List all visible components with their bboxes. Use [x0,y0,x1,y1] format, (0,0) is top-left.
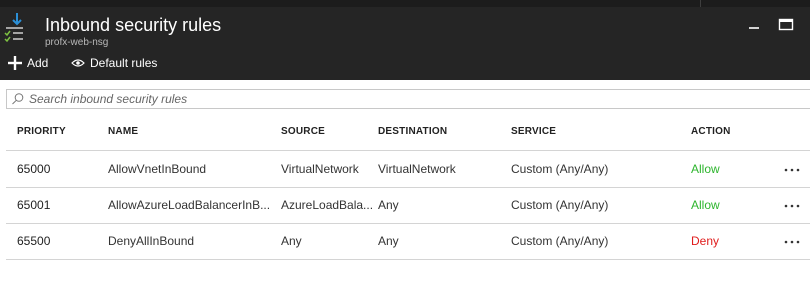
rule-action: Allow [691,162,720,176]
rule-priority: 65000 [17,162,51,176]
table-row[interactable]: 65001 AllowAzureLoadBalancerInB... Azure… [0,187,810,223]
rule-priority: 65001 [17,198,51,212]
more-options-icon[interactable] [784,239,800,245]
column-header-destination[interactable]: DESTINATION [378,126,447,137]
add-button[interactable]: Add [8,55,48,71]
rule-service: Custom (Any/Any) [511,234,609,248]
rule-destination: Any [378,198,399,212]
rule-name: AllowAzureLoadBalancerInB... [108,198,271,212]
rule-source: AzureLoadBala... [281,198,374,212]
rule-action: Deny [691,234,720,248]
default-rules-button[interactable]: Default rules [71,55,157,71]
search-box[interactable] [6,89,810,109]
rule-service: Custom (Any/Any) [511,162,609,176]
rule-destination: VirtualNetwork [378,162,456,176]
blade-title: Inbound security rules [45,15,222,35]
table-row[interactable]: 65500 DenyAllInBound Any Any Custom (Any… [0,223,810,259]
rule-service: Custom (Any/Any) [511,198,609,212]
eye-icon [71,59,85,67]
maximize-icon[interactable] [776,14,796,34]
rule-name: AllowVnetInBound [108,162,207,176]
rule-action: Allow [691,198,720,212]
table-row[interactable]: 65000 AllowVnetInBound VirtualNetwork Vi… [0,151,810,187]
column-header-source[interactable]: SOURCE [281,126,325,137]
more-options-icon[interactable] [784,203,800,209]
column-header-priority[interactable]: PRIORITY [17,126,66,137]
blade-subtitle: profx-web-nsg [45,37,109,48]
security-rules-icon [4,13,23,43]
rule-priority: 65500 [17,234,51,248]
minimize-icon[interactable] [744,14,764,34]
column-header-service[interactable]: SERVICE [511,126,556,137]
search-icon [12,93,24,105]
search-input[interactable] [29,92,729,106]
blade-header: Inbound security rules profx-web-nsg Add… [0,0,810,80]
rule-source: VirtualNetwork [281,162,359,176]
add-label: Add [27,56,49,70]
plus-icon [8,56,22,70]
row-divider [6,259,810,260]
column-header-action[interactable]: ACTION [691,126,731,137]
rule-destination: Any [378,234,399,248]
rule-name: DenyAllInBound [108,234,195,248]
column-header-name[interactable]: NAME [108,126,138,137]
rule-source: Any [281,234,302,248]
more-options-icon[interactable] [784,167,800,173]
default-rules-label: Default rules [90,56,158,70]
top-strip [0,0,810,7]
